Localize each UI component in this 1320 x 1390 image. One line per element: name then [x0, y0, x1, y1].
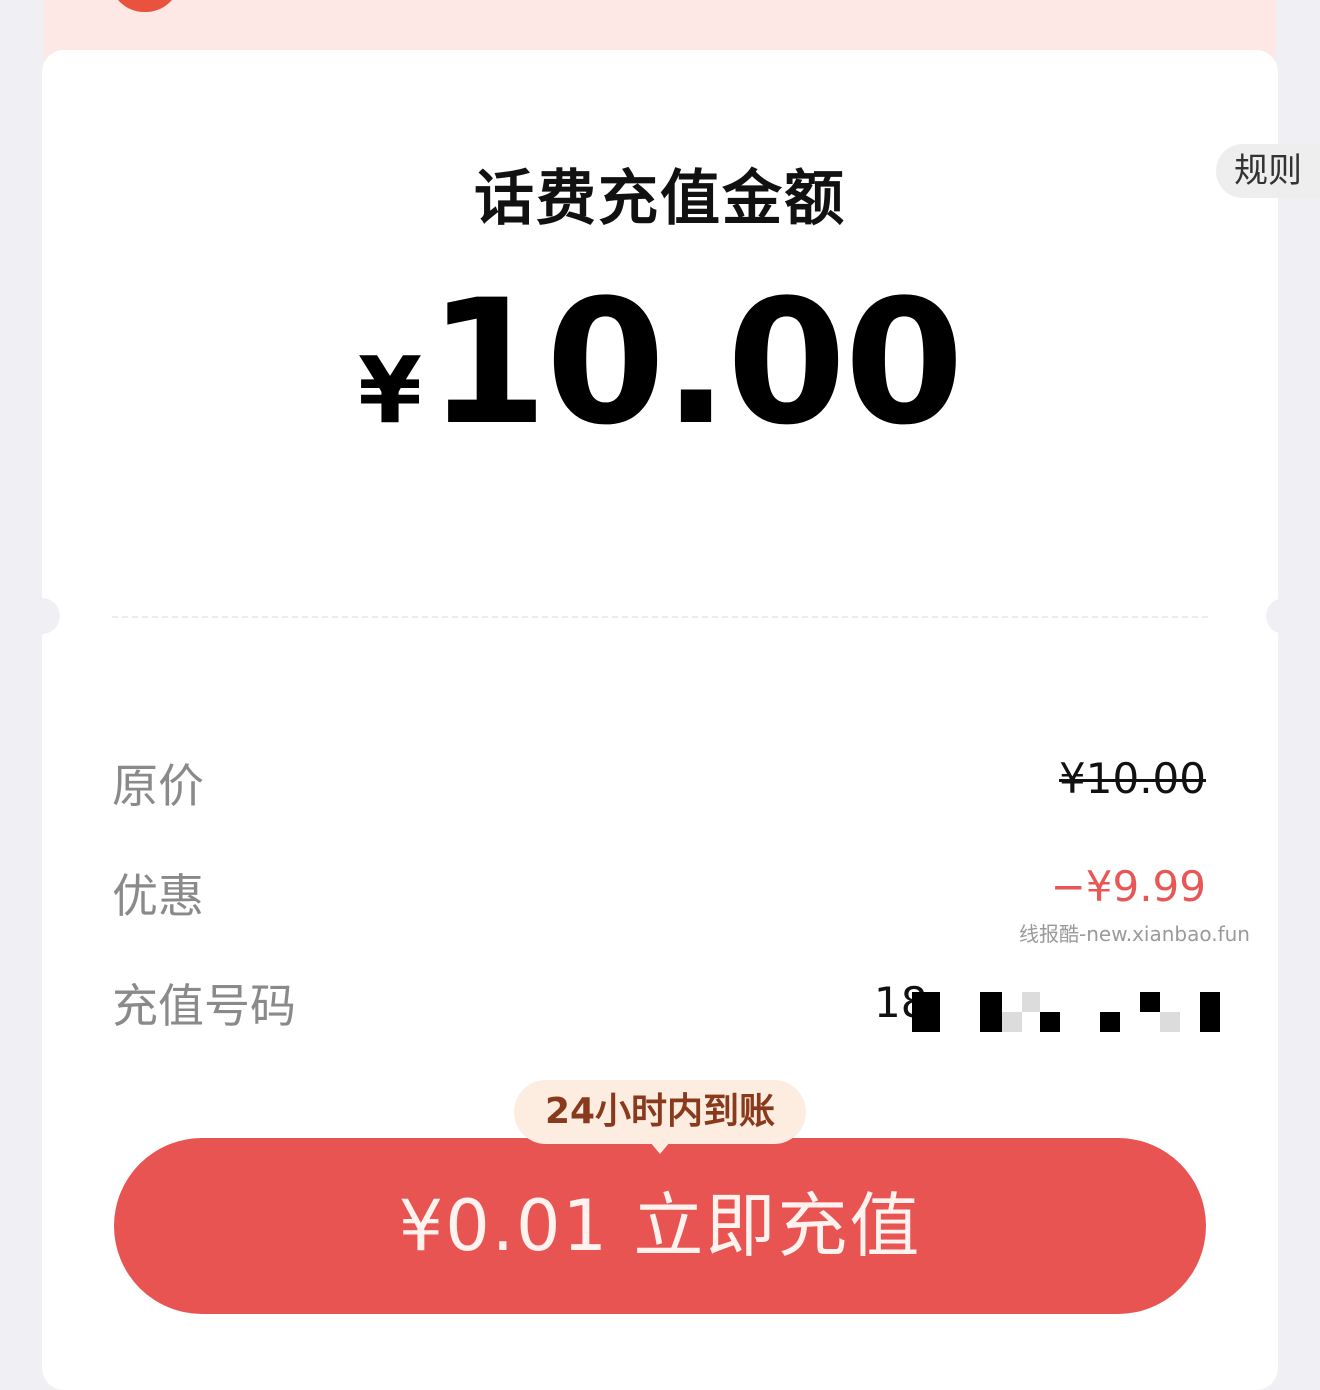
card-notch-left [24, 598, 60, 634]
arrival-badge: 24小时内到账 [514, 1080, 806, 1144]
discount-label: 优惠 [112, 869, 204, 923]
recharge-now-button[interactable]: ¥0.01 立即充值 [114, 1138, 1206, 1314]
phone-label: 充值号码 [112, 979, 296, 1033]
watermark-text: 线报酷-new.xianbao.fun [1019, 922, 1250, 946]
amount-title: 话费充值金额 [474, 164, 846, 234]
badge-tail [650, 1142, 670, 1154]
currency-symbol: ¥ [357, 337, 422, 444]
card-notch-right [1266, 598, 1302, 634]
amount-value: 10.00 [427, 262, 964, 463]
original-price-label: 原价 [112, 759, 204, 813]
original-price-value: ¥10.00 [1059, 754, 1206, 803]
dashed-divider [112, 616, 1208, 618]
amount-display: ¥10.00 [0, 262, 1320, 463]
discount-value: −¥9.99 [1050, 862, 1206, 911]
